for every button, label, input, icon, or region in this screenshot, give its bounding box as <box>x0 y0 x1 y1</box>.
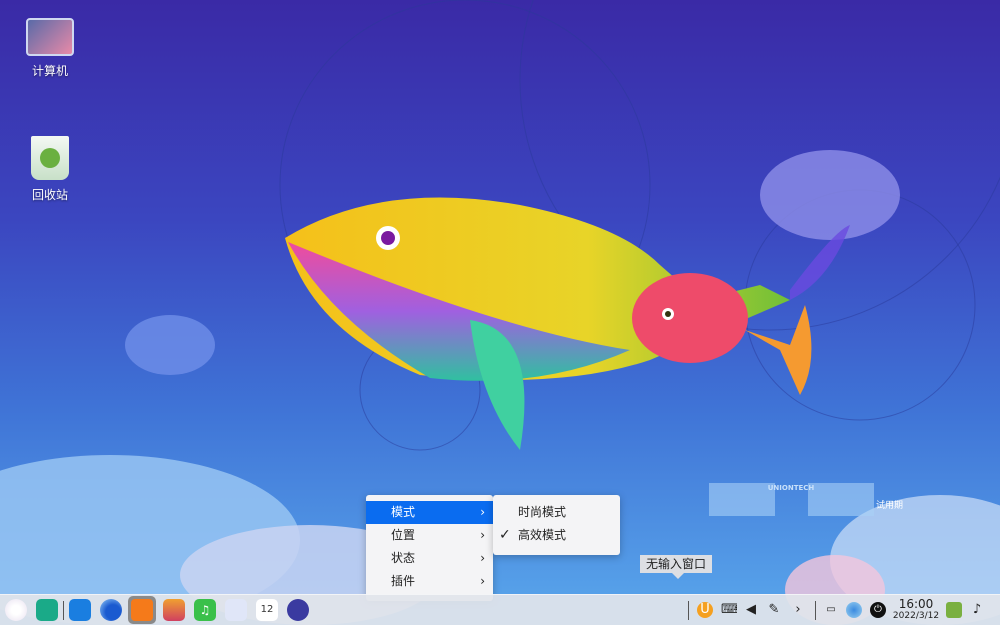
watermark-trial: 试用期 <box>876 499 903 511</box>
checkmark-icon: ✓ <box>499 527 511 543</box>
menu-item-status[interactable]: 状态 › <box>366 547 493 570</box>
keyboard-icon[interactable]: ⌨ <box>721 602 737 618</box>
uos-ai-icon[interactable]: U <box>697 602 713 618</box>
taskbar: ♫ 12 U ⌨ ◀ ✎ › ▭ ⏻ 16:00 2022/3/12 ♪ <box>0 594 1000 625</box>
deepin-store-icon[interactable] <box>128 596 156 624</box>
clock-time: 16:00 <box>898 597 934 611</box>
settings-icon[interactable] <box>287 599 309 621</box>
menu-item-label: 时尚模式 <box>518 505 567 519</box>
menu-item-plugins[interactable]: 插件 › <box>366 570 493 593</box>
chevron-right-icon: › <box>480 574 485 588</box>
desktop-icon-label: 计算机 <box>31 64 68 78</box>
music-icon[interactable]: ♫ <box>194 599 216 621</box>
mode-submenu: 时尚模式 ✓ 高效模式 <box>493 495 620 555</box>
menu-item-label: 插件 <box>391 574 416 588</box>
desktop-icon-trash[interactable]: 回收站 <box>10 136 90 203</box>
file-manager-icon[interactable] <box>36 599 58 621</box>
notification-bell-icon[interactable]: ♪ <box>969 602 985 618</box>
power-icon[interactable]: ⏻ <box>870 602 886 618</box>
dock-context-menu: 模式 › 位置 › 状态 › 插件 › <box>366 495 493 601</box>
app-store-icon[interactable] <box>69 599 91 621</box>
menu-item-position[interactable]: 位置 › <box>366 524 493 547</box>
divider <box>688 601 689 620</box>
chevron-right-icon[interactable]: › <box>790 602 806 618</box>
tooltip: 无输入窗口 <box>640 555 713 579</box>
chevron-right-icon: › <box>480 528 485 542</box>
menu-item-label: 模式 <box>391 505 416 519</box>
menu-item-label: 高效模式 <box>518 528 567 542</box>
watermark-brand: UNIONTECH <box>768 484 815 492</box>
document-viewer-icon[interactable] <box>225 599 247 621</box>
menu-item-label: 位置 <box>391 528 416 542</box>
submenu-item-fashion-mode[interactable]: 时尚模式 <box>493 501 620 524</box>
chevron-right-icon: › <box>480 505 485 519</box>
desktop-icon-label: 回收站 <box>31 188 68 202</box>
desktop-icon-computer[interactable]: 计算机 <box>10 18 90 79</box>
stylus-icon[interactable]: ✎ <box>766 602 782 618</box>
divider <box>63 601 64 620</box>
image-viewer-icon[interactable] <box>163 599 185 621</box>
browser-icon[interactable] <box>100 599 122 621</box>
onscreen-keyboard-icon[interactable]: ▭ <box>823 602 839 618</box>
submenu-item-efficient-mode[interactable]: ✓ 高效模式 <box>493 524 620 547</box>
divider <box>815 601 816 620</box>
network-icon[interactable] <box>846 602 862 618</box>
clock[interactable]: 16:00 2022/3/12 <box>892 598 940 622</box>
calendar-icon[interactable]: 12 <box>256 599 278 621</box>
volume-icon[interactable]: ◀ <box>743 602 759 618</box>
clock-date: 2022/3/12 <box>892 611 940 621</box>
security-icon[interactable] <box>946 602 962 618</box>
uniontech-watermark: UNIONTECH 试用期 <box>709 483 903 516</box>
menu-item-label: 状态 <box>391 551 416 565</box>
launcher-icon[interactable] <box>5 599 27 621</box>
chevron-right-icon: › <box>480 551 485 565</box>
trash-icon <box>31 136 69 180</box>
menu-item-mode[interactable]: 模式 › <box>366 501 493 524</box>
computer-icon <box>26 18 74 56</box>
